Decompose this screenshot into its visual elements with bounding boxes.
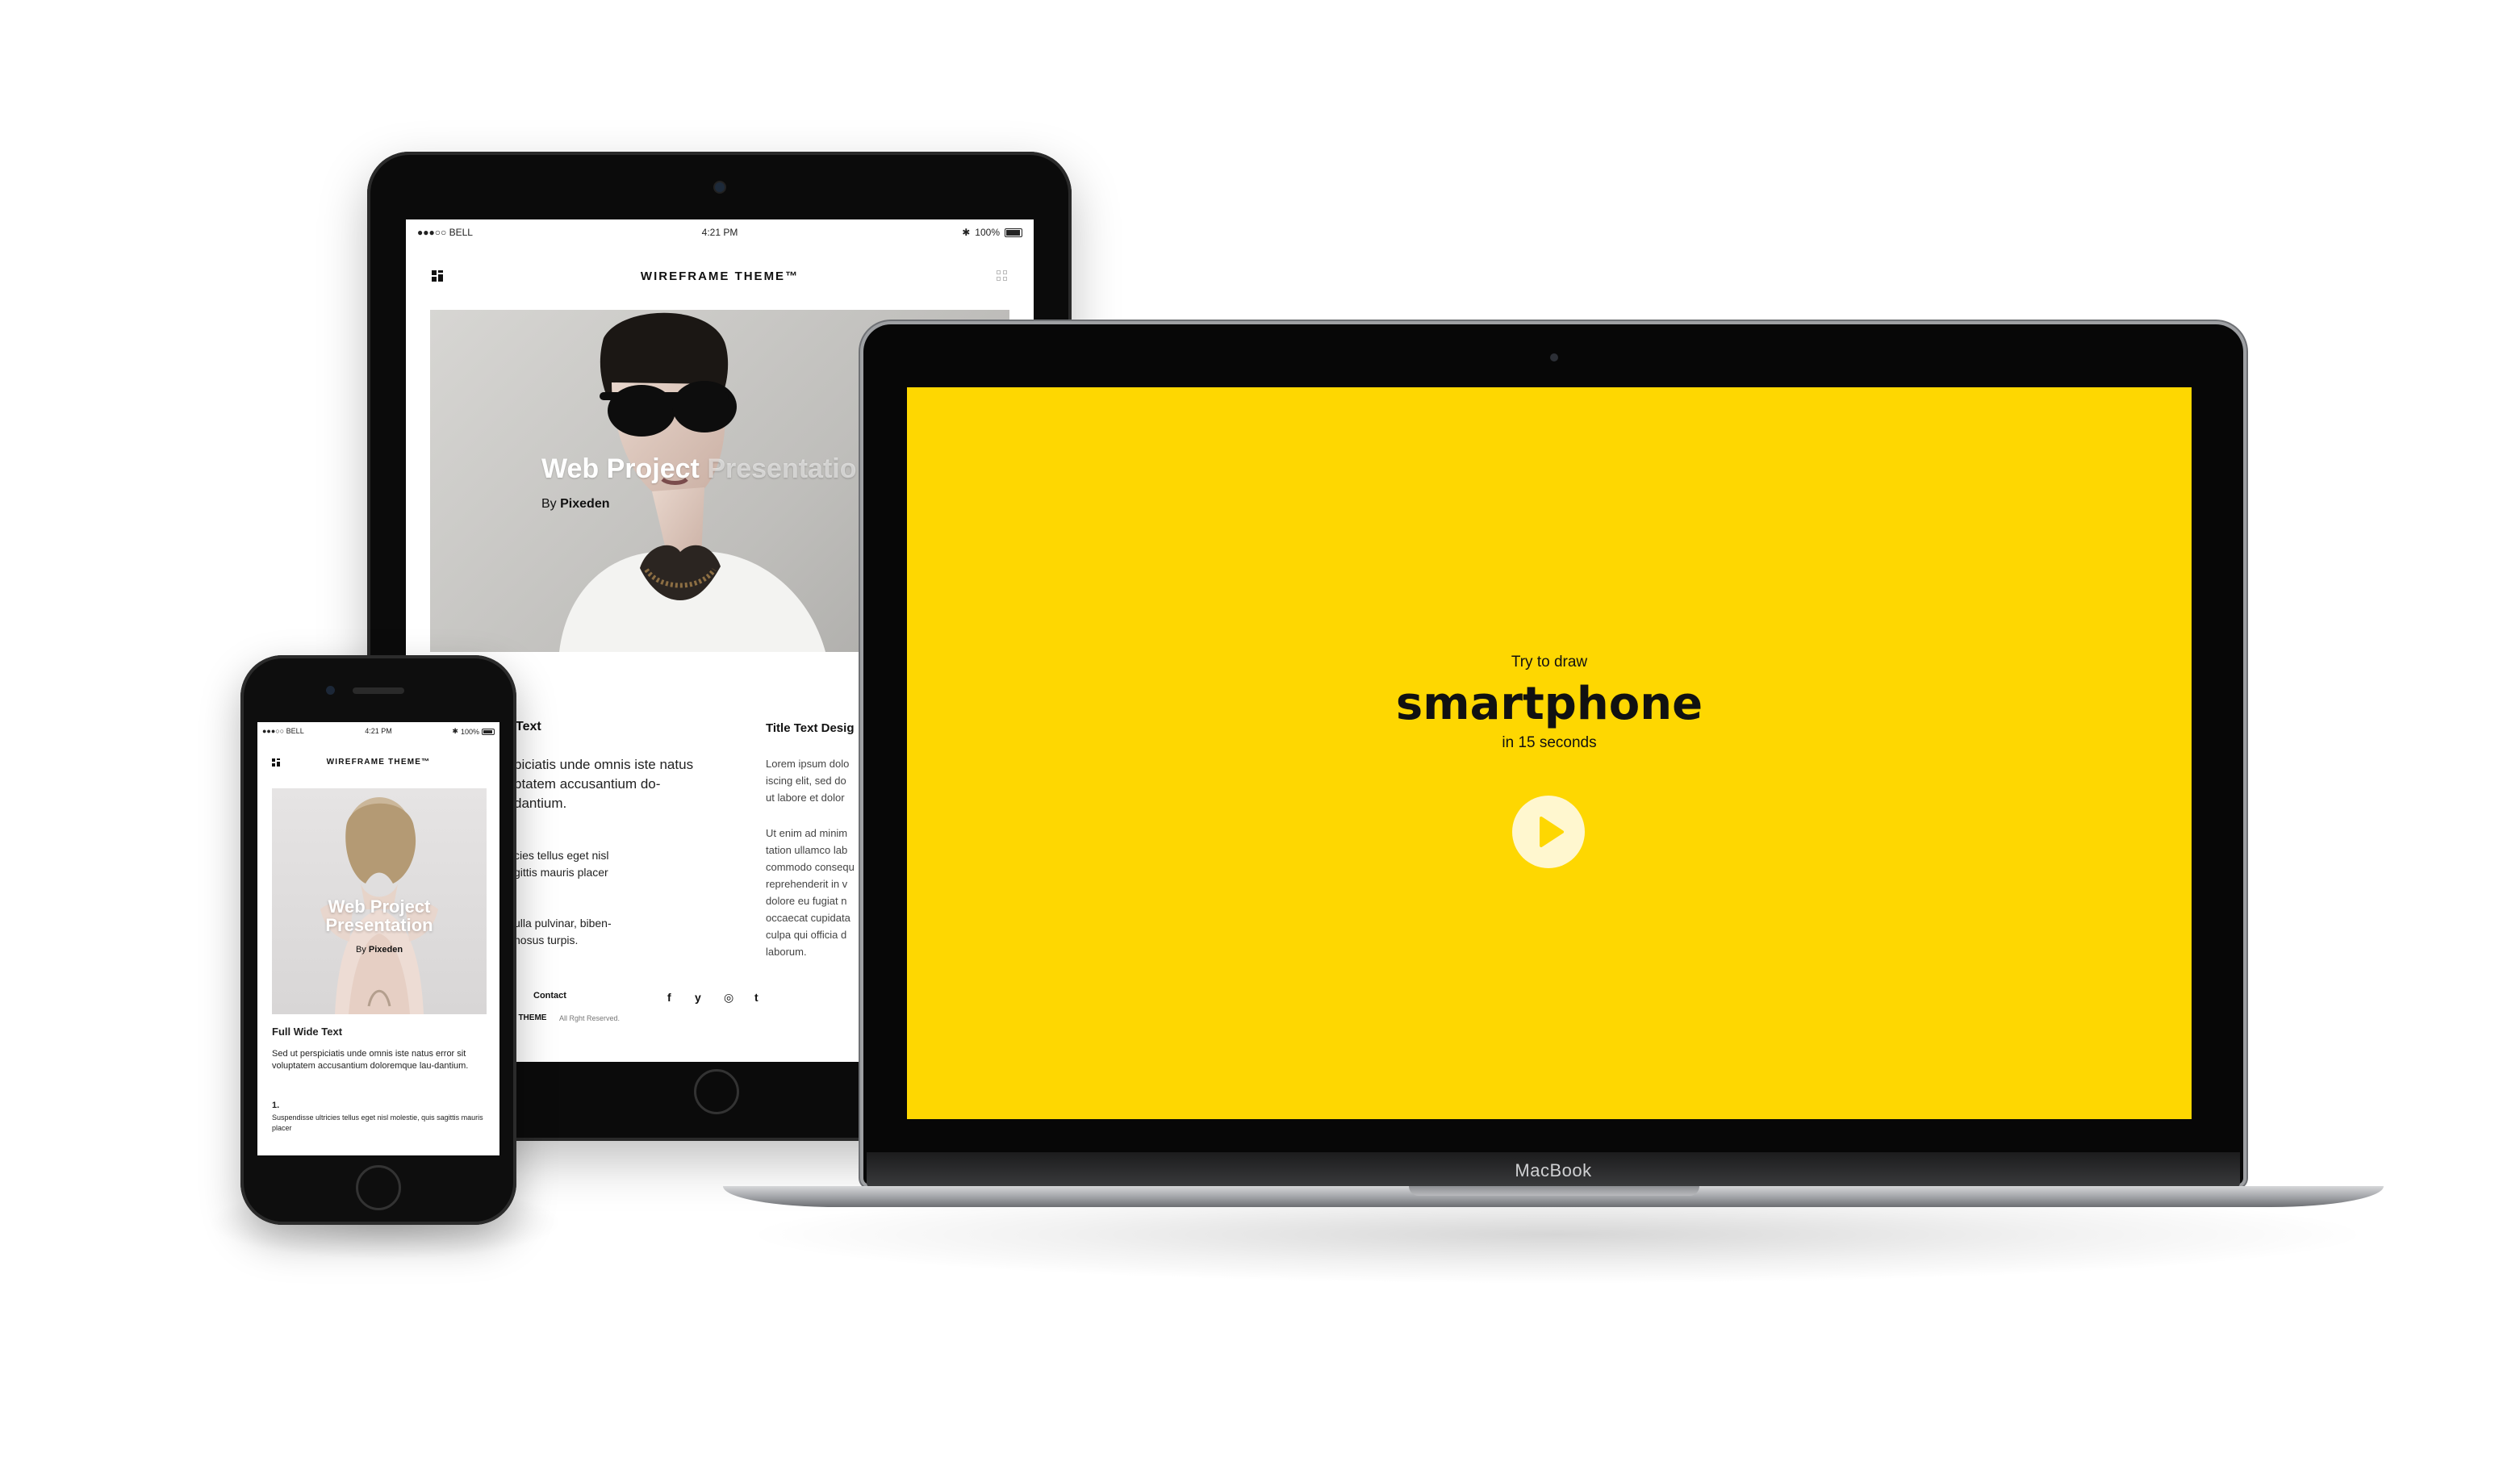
- para-line: Ut enim ad minim: [766, 827, 848, 839]
- site-title: WIREFRAME THEME™: [326, 758, 431, 767]
- battery-status: ✱ 100%: [962, 227, 1022, 238]
- lead-line: dantium.: [514, 796, 567, 811]
- battery-percent: 100%: [975, 227, 1000, 238]
- tablet-site-header: WIREFRAME THEME™: [406, 260, 1034, 292]
- byline-author[interactable]: Pixeden: [369, 945, 403, 955]
- para-line: reprehenderit in v: [766, 878, 848, 890]
- instagram-icon[interactable]: ◎: [724, 991, 733, 1005]
- laptop-chin: MacBook: [867, 1152, 2240, 1188]
- hero-title-visible: Web Project: [541, 453, 708, 484]
- footer-contact-link[interactable]: Contact: [533, 991, 566, 1001]
- left-column-body-2: ulla pulvinar, biben- nosus turpis.: [514, 915, 612, 949]
- para-line: dolore eu fugiat n: [766, 895, 847, 907]
- body-line: gittis mauris placer: [514, 866, 608, 879]
- play-icon: [1540, 817, 1564, 847]
- body-line: cies tellus eget nisl: [514, 849, 609, 862]
- facebook-icon[interactable]: f: [667, 991, 671, 1004]
- battery-icon: [1005, 228, 1022, 237]
- hero-title-line: Web Project: [328, 896, 431, 917]
- right-column-paragraph-1: Lorem ipsum dolo iscing elit, sed do ut …: [766, 755, 849, 806]
- phone-camera: [326, 686, 335, 695]
- para-line: iscing elit, sed do: [766, 775, 846, 787]
- list-item-text: Suspendisse ultricies tellus eget nisl m…: [272, 1113, 483, 1132]
- para-line: tation ullamco lab: [766, 844, 848, 856]
- hero-byline: By Pixeden: [541, 497, 609, 512]
- battery-percent: 100%: [460, 727, 479, 736]
- phone-hero-image: Web Project Presentation By Pixeden: [272, 788, 487, 1014]
- prompt-bottom-text: in 15 seconds: [1502, 734, 1597, 751]
- para-line: ut labore et dolor: [766, 792, 845, 804]
- left-column-heading: Text: [516, 720, 541, 733]
- para-line: occaecat cupidata: [766, 912, 850, 924]
- byline-prefix: By: [355, 945, 369, 955]
- phone-speaker: [353, 687, 404, 694]
- byline-prefix: By: [541, 497, 561, 511]
- battery-icon: [482, 728, 495, 735]
- phone-status-bar: ●●●○○ BELL 4:21 PM ✱ 100%: [257, 722, 499, 742]
- prompt-top-text: Try to draw: [1511, 654, 1588, 671]
- tablet-camera: [715, 182, 725, 192]
- lead-line: ptatem accusantium do-: [514, 776, 661, 792]
- hero-title-line: Presentation: [325, 915, 433, 935]
- hero-title: Web Project Presentatio: [541, 453, 857, 485]
- play-button[interactable]: [1512, 796, 1585, 868]
- twitter-icon[interactable]: y: [695, 991, 701, 1004]
- phone-screen: ●●●○○ BELL 4:21 PM ✱ 100% WIREFRAME THEM…: [257, 722, 499, 1155]
- status-time: 4:21 PM: [701, 227, 738, 238]
- tablet-status-bar: ●●●○○ BELL 4:21 PM ✱ 100%: [406, 219, 1034, 247]
- laptop-camera: [1550, 353, 1558, 361]
- right-column-paragraph-2: Ut enim ad minim tation ullamco lab comm…: [766, 825, 855, 960]
- menu-grid-icon[interactable]: [997, 270, 1008, 282]
- list-number: 1.: [272, 1101, 280, 1110]
- lead-line: piciatis unde omnis iste natus: [514, 757, 694, 772]
- prompt-main-word: smartphone: [1395, 678, 1703, 730]
- laptop-screen: Try to draw smartphone in 15 seconds: [907, 387, 2192, 1119]
- tumblr-icon[interactable]: t: [754, 991, 759, 1004]
- phone-home-button[interactable]: [356, 1165, 401, 1210]
- hero-title: Web Project Presentation: [272, 897, 487, 934]
- para-line: commodo consequ: [766, 861, 855, 873]
- section-paragraph: Sed ut perspiciatis unde omnis iste natu…: [272, 1049, 469, 1071]
- site-title: WIREFRAME THEME™: [640, 269, 800, 283]
- body-line: ulla pulvinar, biben-: [514, 917, 612, 930]
- para-line: laborum.: [766, 946, 807, 958]
- section-title: Full Wide Text: [272, 1026, 343, 1038]
- hero-byline: By Pixeden: [272, 945, 487, 955]
- laptop-brand-label: MacBook: [1515, 1160, 1592, 1180]
- body-line: nosus turpis.: [514, 934, 579, 946]
- left-column-body-1: cies tellus eget nisl gittis mauris plac…: [514, 847, 609, 881]
- battery-status: ✱ 100%: [452, 727, 495, 736]
- footer-rights: All Rght Reserved.: [559, 1014, 621, 1022]
- para-line: Lorem ipsum dolo: [766, 758, 850, 770]
- right-column-heading: Title Text Desig: [766, 721, 855, 735]
- bluetooth-icon: ✱: [962, 227, 971, 238]
- left-column-lead: piciatis unde omnis iste natus ptatem ac…: [514, 755, 693, 813]
- tablet-home-button[interactable]: [694, 1069, 739, 1114]
- hero-title-faded: Presentatio: [707, 453, 857, 484]
- bluetooth-icon: ✱: [452, 727, 458, 735]
- laptop-opening-notch: [1409, 1186, 1699, 1196]
- para-line: culpa qui officia d: [766, 929, 847, 941]
- byline-author[interactable]: Pixeden: [560, 497, 609, 511]
